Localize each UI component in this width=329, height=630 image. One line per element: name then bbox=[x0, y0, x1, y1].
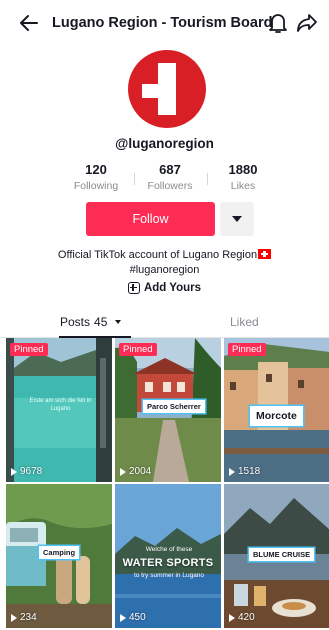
tab-liked[interactable]: Liked bbox=[230, 315, 259, 329]
view-count-value: 2004 bbox=[129, 466, 152, 477]
view-count: 450 bbox=[120, 612, 146, 623]
page-title: Lugano Region - Tourism Board bbox=[52, 15, 273, 31]
video-thumbnail[interactable]: BLUME CRUISE 420 bbox=[224, 484, 329, 628]
video-caption: BLUME CRUISE bbox=[249, 548, 315, 561]
play-icon bbox=[229, 613, 235, 622]
video-caption: Camping bbox=[39, 546, 80, 559]
tab-posts[interactable]: Posts 45 bbox=[60, 315, 122, 329]
pinned-badge: Pinned bbox=[228, 343, 266, 356]
play-icon bbox=[11, 467, 17, 476]
tab-posts-count: 45 bbox=[94, 315, 108, 329]
username: @luganoregion bbox=[115, 136, 214, 151]
view-count: 420 bbox=[229, 612, 255, 623]
top-bar: Lugano Region - Tourism Board bbox=[0, 0, 329, 48]
video-caption: Parco Scherrer bbox=[143, 400, 205, 413]
add-yours-link[interactable]: Add Yours bbox=[0, 282, 329, 294]
view-count-value: 420 bbox=[238, 612, 255, 623]
view-count: 1518 bbox=[229, 466, 260, 477]
video-thumbnail[interactable]: Pinned Parco Scherrer 2004 bbox=[115, 338, 221, 482]
video-thumbnail[interactable]: Pinned Erste am sich die feit in Lugano … bbox=[6, 338, 112, 482]
swiss-flag-icon bbox=[258, 249, 272, 259]
lake-mountains-thumbnail bbox=[115, 484, 221, 628]
view-count-value: 9678 bbox=[20, 466, 43, 477]
play-icon bbox=[11, 613, 17, 622]
video-grid: Pinned Erste am sich die feit in Lugano … bbox=[6, 338, 329, 630]
following-stat[interactable]: 120 Following bbox=[61, 162, 131, 192]
red-white-cross-logo bbox=[128, 50, 206, 128]
likes-label: Likes bbox=[230, 180, 256, 192]
followers-label: Followers bbox=[147, 180, 193, 192]
video-caption: Morcote bbox=[250, 406, 303, 426]
video-caption-top: Welche of these bbox=[145, 546, 193, 553]
more-options-button[interactable] bbox=[220, 202, 254, 236]
bio: Official TikTok account of Lugano Region… bbox=[0, 248, 329, 277]
profile-tabs: Posts 45 Liked bbox=[0, 308, 329, 338]
video-thumbnail[interactable]: Pinned Morcote 1518 bbox=[224, 338, 329, 482]
caret-down-icon bbox=[232, 215, 242, 222]
likes-stat[interactable]: 1880 Likes bbox=[208, 162, 278, 192]
avatar[interactable] bbox=[128, 50, 206, 128]
video-caption: WATER SPORTS bbox=[122, 557, 214, 569]
view-count-value: 234 bbox=[20, 612, 37, 623]
video-thumbnail[interactable]: Camping 234 bbox=[6, 484, 112, 628]
video-caption: Erste am sich die feit in Lugano bbox=[29, 398, 92, 412]
bio-hashtag[interactable]: #luganoregion bbox=[130, 264, 200, 276]
video-thumbnail[interactable]: Welche of these WATER SPORTS to try summ… bbox=[115, 484, 221, 628]
pinned-badge: Pinned bbox=[119, 343, 157, 356]
following-label: Following bbox=[73, 180, 119, 192]
view-count: 9678 bbox=[11, 466, 42, 477]
caret-down-icon bbox=[115, 320, 122, 324]
add-box-icon bbox=[127, 282, 140, 294]
view-count-value: 1518 bbox=[238, 466, 261, 477]
followers-count: 687 bbox=[159, 162, 181, 177]
view-count: 2004 bbox=[120, 466, 151, 477]
arrow-left-icon[interactable] bbox=[18, 12, 40, 34]
likes-count: 1880 bbox=[228, 162, 258, 177]
play-icon bbox=[120, 467, 126, 476]
follow-button[interactable]: Follow bbox=[86, 202, 215, 236]
following-count: 120 bbox=[85, 162, 107, 177]
followers-stat[interactable]: 687 Followers bbox=[135, 162, 205, 192]
add-yours-label: Add Yours bbox=[143, 282, 202, 294]
bell-icon[interactable] bbox=[268, 12, 288, 34]
play-icon bbox=[120, 613, 126, 622]
view-count-value: 450 bbox=[129, 612, 146, 623]
pinned-badge: Pinned bbox=[10, 343, 48, 356]
tab-posts-label: Posts bbox=[60, 315, 91, 329]
view-count: 234 bbox=[11, 612, 37, 623]
share-arrow-icon[interactable] bbox=[296, 13, 318, 33]
play-icon bbox=[229, 467, 235, 476]
bio-text: Official TikTok account of Lugano Region bbox=[57, 249, 258, 261]
video-caption-bottom: to try summer in Lugano bbox=[133, 572, 205, 579]
